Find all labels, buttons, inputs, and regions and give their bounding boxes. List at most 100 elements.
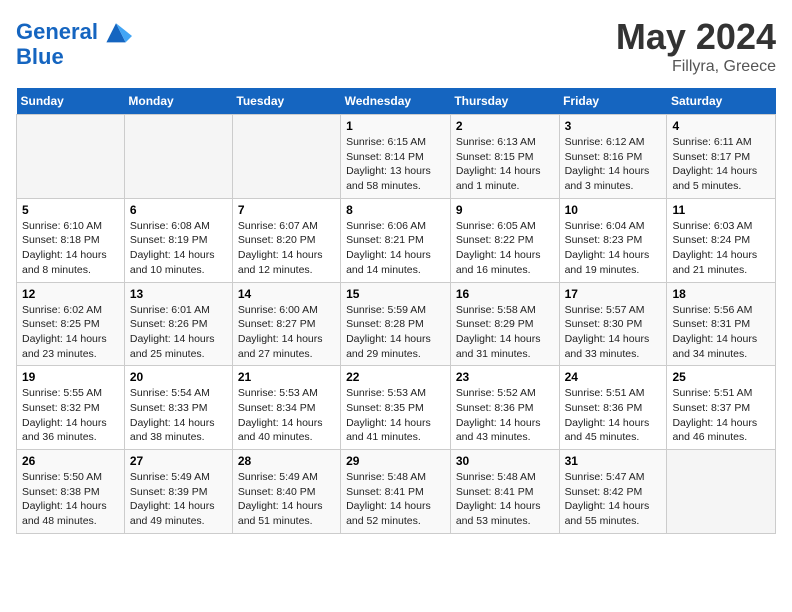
day-info: Sunrise: 5:53 AM Sunset: 8:34 PM Dayligh… bbox=[238, 386, 335, 445]
day-number: 11 bbox=[672, 203, 770, 217]
calendar-cell bbox=[232, 115, 340, 199]
logo: General Blue bbox=[16, 16, 132, 70]
weekday-header: Sunday bbox=[17, 88, 125, 115]
day-info: Sunrise: 6:00 AM Sunset: 8:27 PM Dayligh… bbox=[238, 303, 335, 362]
day-number: 6 bbox=[130, 203, 227, 217]
calendar-cell: 31 Sunrise: 5:47 AM Sunset: 8:42 PM Dayli… bbox=[559, 450, 667, 534]
calendar-cell: 12 Sunrise: 6:02 AM Sunset: 8:25 PM Dayli… bbox=[17, 282, 125, 366]
calendar-cell: 21 Sunrise: 5:53 AM Sunset: 8:34 PM Dayli… bbox=[232, 366, 340, 450]
calendar-cell: 15 Sunrise: 5:59 AM Sunset: 8:28 PM Dayli… bbox=[341, 282, 451, 366]
day-info: Sunrise: 6:06 AM Sunset: 8:21 PM Dayligh… bbox=[346, 219, 445, 278]
day-number: 5 bbox=[22, 203, 119, 217]
day-number: 17 bbox=[565, 287, 662, 301]
calendar-cell: 6 Sunrise: 6:08 AM Sunset: 8:19 PM Daylig… bbox=[124, 198, 232, 282]
calendar-week-row: 12 Sunrise: 6:02 AM Sunset: 8:25 PM Dayli… bbox=[17, 282, 776, 366]
calendar-table: SundayMondayTuesdayWednesdayThursdayFrid… bbox=[16, 88, 776, 534]
day-info: Sunrise: 5:59 AM Sunset: 8:28 PM Dayligh… bbox=[346, 303, 445, 362]
day-info: Sunrise: 5:58 AM Sunset: 8:29 PM Dayligh… bbox=[456, 303, 554, 362]
day-number: 8 bbox=[346, 203, 445, 217]
day-info: Sunrise: 6:08 AM Sunset: 8:19 PM Dayligh… bbox=[130, 219, 227, 278]
day-number: 10 bbox=[565, 203, 662, 217]
calendar-cell: 2 Sunrise: 6:13 AM Sunset: 8:15 PM Daylig… bbox=[450, 115, 559, 199]
calendar-cell bbox=[17, 115, 125, 199]
day-info: Sunrise: 5:51 AM Sunset: 8:36 PM Dayligh… bbox=[565, 386, 662, 445]
day-info: Sunrise: 5:54 AM Sunset: 8:33 PM Dayligh… bbox=[130, 386, 227, 445]
day-info: Sunrise: 6:11 AM Sunset: 8:17 PM Dayligh… bbox=[672, 135, 770, 194]
day-info: Sunrise: 6:01 AM Sunset: 8:26 PM Dayligh… bbox=[130, 303, 227, 362]
day-number: 30 bbox=[456, 454, 554, 468]
calendar-cell: 1 Sunrise: 6:15 AM Sunset: 8:14 PM Daylig… bbox=[341, 115, 451, 199]
weekday-header: Thursday bbox=[450, 88, 559, 115]
day-number: 7 bbox=[238, 203, 335, 217]
weekday-header: Monday bbox=[124, 88, 232, 115]
day-info: Sunrise: 6:07 AM Sunset: 8:20 PM Dayligh… bbox=[238, 219, 335, 278]
calendar-cell: 4 Sunrise: 6:11 AM Sunset: 8:17 PM Daylig… bbox=[667, 115, 776, 199]
month-title: May 2024 bbox=[616, 16, 776, 58]
weekday-header: Friday bbox=[559, 88, 667, 115]
day-number: 21 bbox=[238, 370, 335, 384]
day-info: Sunrise: 5:47 AM Sunset: 8:42 PM Dayligh… bbox=[565, 470, 662, 529]
calendar-cell bbox=[667, 450, 776, 534]
day-info: Sunrise: 5:49 AM Sunset: 8:39 PM Dayligh… bbox=[130, 470, 227, 529]
calendar-cell: 29 Sunrise: 5:48 AM Sunset: 8:41 PM Dayli… bbox=[341, 450, 451, 534]
day-number: 15 bbox=[346, 287, 445, 301]
day-number: 22 bbox=[346, 370, 445, 384]
day-info: Sunrise: 5:49 AM Sunset: 8:40 PM Dayligh… bbox=[238, 470, 335, 529]
calendar-week-row: 19Sunrise: 5:55 AM Sunset: 8:32 PM Dayli… bbox=[17, 366, 776, 450]
day-number: 29 bbox=[346, 454, 445, 468]
calendar-cell: 17 Sunrise: 5:57 AM Sunset: 8:30 PM Dayli… bbox=[559, 282, 667, 366]
weekday-header: Wednesday bbox=[341, 88, 451, 115]
day-number: 4 bbox=[672, 119, 770, 133]
day-info: Sunrise: 5:52 AM Sunset: 8:36 PM Dayligh… bbox=[456, 386, 554, 445]
day-info: Sunrise: 5:53 AM Sunset: 8:35 PM Dayligh… bbox=[346, 386, 445, 445]
day-number: 26 bbox=[22, 454, 119, 468]
logo-icon bbox=[100, 16, 132, 48]
day-info: Sunrise: 5:51 AM Sunset: 8:37 PM Dayligh… bbox=[672, 386, 770, 445]
day-info: Sunrise: 6:15 AM Sunset: 8:14 PM Dayligh… bbox=[346, 135, 445, 194]
calendar-cell: 30Sunrise: 5:48 AM Sunset: 8:41 PM Dayli… bbox=[450, 450, 559, 534]
day-number: 12 bbox=[22, 287, 119, 301]
day-info: Sunrise: 5:57 AM Sunset: 8:30 PM Dayligh… bbox=[565, 303, 662, 362]
day-number: 1 bbox=[346, 119, 445, 133]
day-info: Sunrise: 6:10 AM Sunset: 8:18 PM Dayligh… bbox=[22, 219, 119, 278]
calendar-cell: 8 Sunrise: 6:06 AM Sunset: 8:21 PM Daylig… bbox=[341, 198, 451, 282]
calendar-cell: 25 Sunrise: 5:51 AM Sunset: 8:37 PM Dayli… bbox=[667, 366, 776, 450]
day-number: 24 bbox=[565, 370, 662, 384]
day-info: Sunrise: 6:05 AM Sunset: 8:22 PM Dayligh… bbox=[456, 219, 554, 278]
day-info: Sunrise: 6:04 AM Sunset: 8:23 PM Dayligh… bbox=[565, 219, 662, 278]
calendar-body: 1 Sunrise: 6:15 AM Sunset: 8:14 PM Daylig… bbox=[17, 115, 776, 534]
calendar-week-row: 1 Sunrise: 6:15 AM Sunset: 8:14 PM Daylig… bbox=[17, 115, 776, 199]
calendar-cell: 27Sunrise: 5:49 AM Sunset: 8:39 PM Dayli… bbox=[124, 450, 232, 534]
calendar-cell: 24 Sunrise: 5:51 AM Sunset: 8:36 PM Dayli… bbox=[559, 366, 667, 450]
calendar-cell: 13Sunrise: 6:01 AM Sunset: 8:26 PM Dayli… bbox=[124, 282, 232, 366]
calendar-cell: 9 Sunrise: 6:05 AM Sunset: 8:22 PM Daylig… bbox=[450, 198, 559, 282]
weekday-header: Saturday bbox=[667, 88, 776, 115]
day-info: Sunrise: 6:02 AM Sunset: 8:25 PM Dayligh… bbox=[22, 303, 119, 362]
calendar-cell: 18Sunrise: 5:56 AM Sunset: 8:31 PM Dayli… bbox=[667, 282, 776, 366]
day-number: 25 bbox=[672, 370, 770, 384]
title-block: May 2024 Fillyra, Greece bbox=[616, 16, 776, 76]
calendar-cell: 5 Sunrise: 6:10 AM Sunset: 8:18 PM Daylig… bbox=[17, 198, 125, 282]
calendar-cell: 16Sunrise: 5:58 AM Sunset: 8:29 PM Dayli… bbox=[450, 282, 559, 366]
day-number: 2 bbox=[456, 119, 554, 133]
day-number: 3 bbox=[565, 119, 662, 133]
day-number: 31 bbox=[565, 454, 662, 468]
calendar-week-row: 26Sunrise: 5:50 AM Sunset: 8:38 PM Dayli… bbox=[17, 450, 776, 534]
day-number: 14 bbox=[238, 287, 335, 301]
calendar-cell: 22 Sunrise: 5:53 AM Sunset: 8:35 PM Dayli… bbox=[341, 366, 451, 450]
day-info: Sunrise: 6:12 AM Sunset: 8:16 PM Dayligh… bbox=[565, 135, 662, 194]
calendar-cell: 20Sunrise: 5:54 AM Sunset: 8:33 PM Dayli… bbox=[124, 366, 232, 450]
calendar-header-row: SundayMondayTuesdayWednesdayThursdayFrid… bbox=[17, 88, 776, 115]
day-number: 9 bbox=[456, 203, 554, 217]
day-info: Sunrise: 5:55 AM Sunset: 8:32 PM Dayligh… bbox=[22, 386, 119, 445]
calendar-cell: 10 Sunrise: 6:04 AM Sunset: 8:23 PM Dayli… bbox=[559, 198, 667, 282]
calendar-cell: 7 Sunrise: 6:07 AM Sunset: 8:20 PM Daylig… bbox=[232, 198, 340, 282]
calendar-cell: 19Sunrise: 5:55 AM Sunset: 8:32 PM Dayli… bbox=[17, 366, 125, 450]
day-info: Sunrise: 5:48 AM Sunset: 8:41 PM Dayligh… bbox=[346, 470, 445, 529]
calendar-week-row: 5 Sunrise: 6:10 AM Sunset: 8:18 PM Daylig… bbox=[17, 198, 776, 282]
day-number: 18 bbox=[672, 287, 770, 301]
calendar-cell: 3 Sunrise: 6:12 AM Sunset: 8:16 PM Daylig… bbox=[559, 115, 667, 199]
calendar-cell bbox=[124, 115, 232, 199]
day-info: Sunrise: 6:13 AM Sunset: 8:15 PM Dayligh… bbox=[456, 135, 554, 194]
location-title: Fillyra, Greece bbox=[616, 58, 776, 76]
